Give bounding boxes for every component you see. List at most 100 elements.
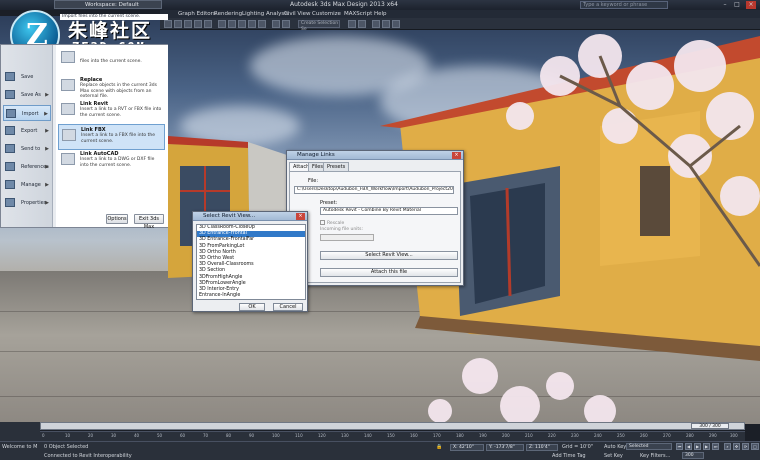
rotate-icon[interactable]: [248, 20, 256, 28]
time-slider[interactable]: 300 / 300: [40, 422, 745, 430]
cancel-button[interactable]: Cancel: [273, 303, 303, 311]
menu-civil-view[interactable]: Civil View: [284, 10, 310, 18]
options-button[interactable]: Options: [106, 214, 128, 224]
select-object-icon[interactable]: [218, 20, 226, 28]
menu-lighting-analysis[interactable]: Lighting Analysis: [242, 10, 289, 18]
set-key-button[interactable]: Set Key: [604, 453, 623, 459]
tick-label: 70: [203, 433, 209, 438]
tick-label: 230: [571, 433, 579, 438]
close-icon[interactable]: ×: [296, 213, 305, 220]
close-icon[interactable]: ×: [746, 1, 756, 9]
align-icon[interactable]: [358, 20, 366, 28]
link-fbx-item[interactable]: Link FBX Insert a link to a FBX file int…: [58, 124, 165, 150]
selection-set-dropdown[interactable]: Create Selection Se: [298, 20, 340, 32]
import-file-icon: [61, 51, 75, 63]
render-setup-icon[interactable]: [382, 20, 390, 28]
exit-3ds-max-button[interactable]: Exit 3ds Max: [134, 214, 164, 230]
file-path-dropdown[interactable]: C:\Users\Desktop\Audubon_FBX_Workflow\Im…: [294, 186, 454, 194]
menu-customize[interactable]: Customize: [312, 10, 341, 18]
angle-snap-icon[interactable]: [282, 20, 290, 28]
move-icon[interactable]: [238, 20, 246, 28]
tick-label: 210: [525, 433, 533, 438]
select-revit-view-button[interactable]: Select Revit View...: [320, 251, 458, 260]
app-menu-properties[interactable]: Properties ▶: [3, 195, 51, 211]
import-header-text: Import files into the current scene.: [60, 14, 168, 20]
scale-icon[interactable]: [258, 20, 266, 28]
app-menu-save-as[interactable]: Save As ▶: [3, 87, 51, 103]
menu-rendering[interactable]: Rendering: [214, 10, 242, 18]
mirror-icon[interactable]: [348, 20, 356, 28]
app-menu-import[interactable]: Import ▶: [3, 105, 51, 121]
next-frame-icon[interactable]: ▶: [703, 443, 710, 450]
track-bar[interactable]: 0 10 20 30 40 50 60 70 80 90 100 110 120…: [40, 431, 745, 441]
pan-icon[interactable]: ✥: [733, 443, 740, 450]
import-item[interactable]: files into the current scene.: [58, 47, 165, 69]
lock-icon[interactable]: 🔒: [436, 444, 442, 450]
auto-key-button[interactable]: Auto Key: [604, 444, 626, 450]
orbit-icon[interactable]: ⟳: [742, 443, 749, 450]
x-coordinate-field[interactable]: X: 42'10": [450, 444, 484, 451]
material-editor-icon[interactable]: [372, 20, 380, 28]
previous-frame-icon[interactable]: ◀: [685, 443, 692, 450]
link-revit-item[interactable]: Link Revit Insert a link to a RVT or FBX…: [58, 99, 165, 125]
incoming-units-dropdown[interactable]: [320, 234, 374, 241]
manage-links-titlebar[interactable]: Manage Links ×: [287, 151, 463, 160]
list-item[interactable]: Entrance-InAngle: [197, 293, 305, 299]
minimize-icon[interactable]: –: [720, 1, 730, 9]
close-icon[interactable]: ×: [452, 152, 461, 159]
tab-presets[interactable]: Presets: [323, 162, 350, 171]
play-icon[interactable]: ▶: [694, 443, 701, 450]
render-icon[interactable]: [392, 20, 400, 28]
app-menu-manage[interactable]: Manage ▶: [3, 177, 51, 193]
time-slider-thumb[interactable]: 300 / 300: [691, 423, 729, 429]
save-icon: [5, 72, 15, 81]
go-to-start-icon[interactable]: ⏮: [676, 443, 683, 450]
select-link-icon[interactable]: [184, 20, 192, 28]
tick-label: 10: [65, 433, 71, 438]
attach-this-file-button[interactable]: Attach this file: [320, 268, 458, 277]
manage-links-dialog: Manage Links × Attach Files Presets File…: [286, 150, 464, 286]
window-title: Autodesk 3ds Max Design 2013 x64: [290, 1, 398, 8]
menu-help[interactable]: Help: [374, 10, 387, 18]
current-frame-field[interactable]: 300: [682, 452, 704, 459]
unlink-icon[interactable]: [194, 20, 202, 28]
maxscript-listener-area[interactable]: [0, 422, 40, 441]
app-menu-commands: Save Save As ▶ Import ▶ Export ▶ Send to…: [1, 45, 53, 227]
link-autocad-item[interactable]: Link AutoCAD Insert a link to a DWG or D…: [58, 149, 165, 175]
y-coordinate-field[interactable]: Y: -173'7/8": [486, 444, 524, 451]
welcome-text: Welcome to M: [2, 444, 38, 450]
menu-maxscript[interactable]: MAXScript: [344, 10, 372, 18]
ok-button[interactable]: OK: [239, 303, 265, 311]
help-search-input[interactable]: Type a keyword or phrase: [580, 1, 668, 9]
grid-size-text: Grid = 10'0": [562, 444, 594, 450]
revit-view-list[interactable]: 3D ClassRoom-CloseUp 3D Entrance-Frontal…: [196, 224, 306, 300]
link-autocad-icon: [61, 153, 75, 165]
snap-icon[interactable]: [272, 20, 280, 28]
go-to-end-icon[interactable]: ⏭: [712, 443, 719, 450]
tick-label: 190: [479, 433, 487, 438]
app-menu-references[interactable]: References ▶: [3, 159, 51, 175]
select-by-name-icon[interactable]: [228, 20, 236, 28]
app-menu-export[interactable]: Export ▶: [3, 123, 51, 139]
z-coordinate-field[interactable]: Z: 110'4": [526, 444, 558, 451]
replace-item[interactable]: Replace Replace objects in the current 3…: [58, 75, 165, 101]
key-filters-button[interactable]: Key Filters...: [640, 453, 670, 459]
app-menu-save[interactable]: Save: [3, 69, 51, 85]
add-time-tag-button[interactable]: Add Time Tag: [552, 453, 586, 459]
rescale-checkbox[interactable]: Rescale: [320, 220, 344, 226]
menu-bar: Graph Editors Rendering Lighting Analysi…: [160, 10, 760, 18]
replace-icon: [61, 79, 75, 91]
preset-dropdown[interactable]: Autodesk Revit - Combine By Revit Materi…: [320, 207, 458, 215]
tick-label: 270: [663, 433, 671, 438]
select-revit-view-titlebar[interactable]: Select Revit View... ×: [193, 212, 307, 221]
app-menu-send-to[interactable]: Send to ▶: [3, 141, 51, 157]
send-to-icon: [5, 144, 15, 153]
maximize-icon[interactable]: □: [732, 1, 742, 9]
save-as-icon: [5, 90, 15, 99]
bind-space-warp-icon[interactable]: [204, 20, 212, 28]
zoom-icon[interactable]: ⌕: [724, 443, 731, 450]
key-mode-dropdown[interactable]: Selected: [626, 443, 672, 450]
tick-label: 130: [341, 433, 349, 438]
menu-graph-editors[interactable]: Graph Editors: [178, 10, 216, 18]
maximize-viewport-icon[interactable]: □: [751, 443, 759, 450]
